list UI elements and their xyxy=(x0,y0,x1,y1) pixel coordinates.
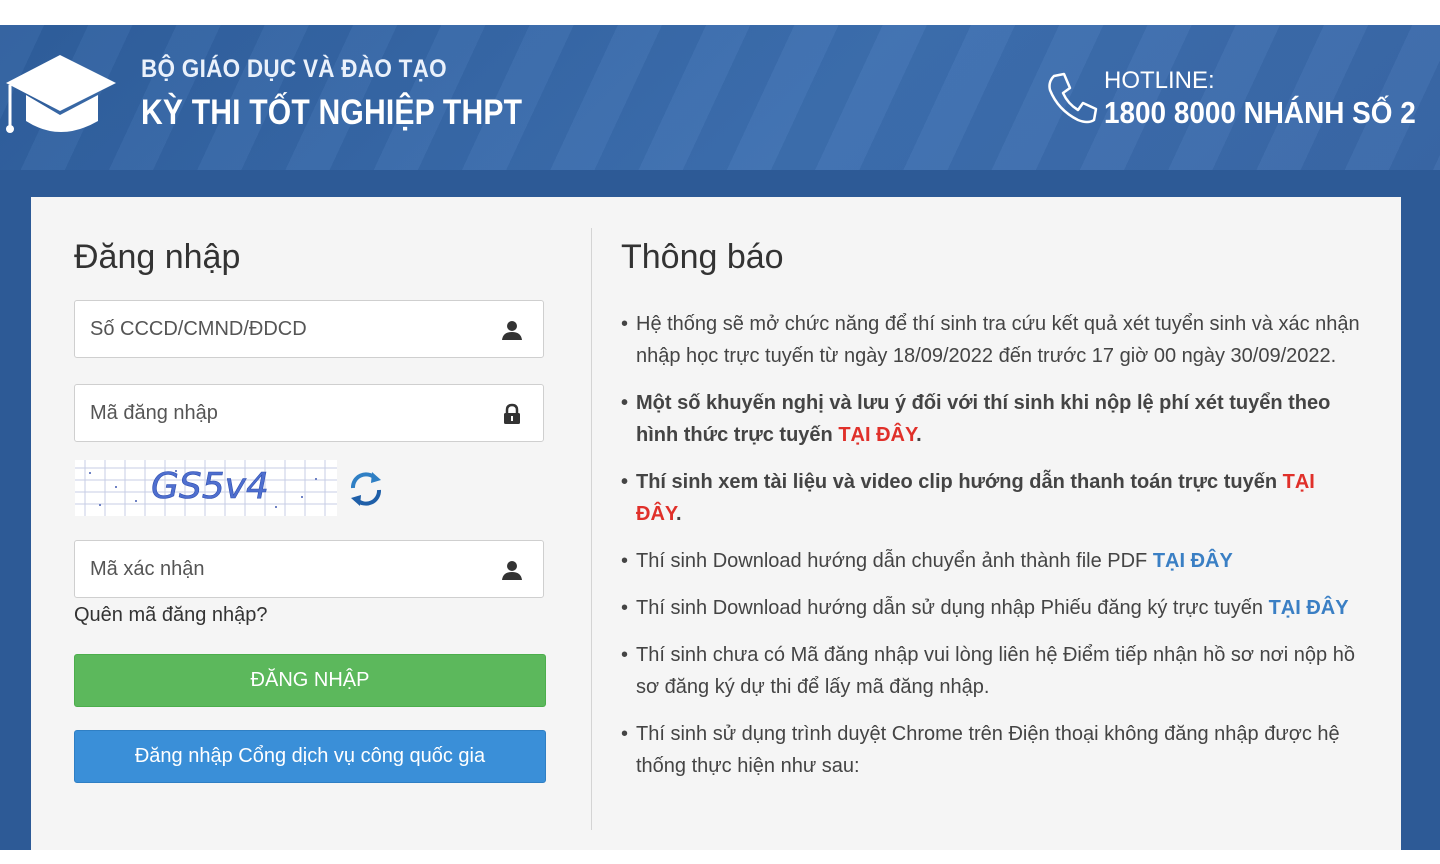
id-number-input[interactable] xyxy=(90,301,490,357)
bottom-strip xyxy=(0,850,1440,864)
notice-item: Một số khuyến nghị và lưu ý đối với thí … xyxy=(621,387,1361,451)
captcha-text: GS5v4 xyxy=(151,466,269,507)
forgot-code-link[interactable]: Quên mã đăng nhập? xyxy=(74,604,268,627)
login-title: Đăng nhập xyxy=(74,238,241,276)
user-icon xyxy=(502,321,522,340)
captcha-field[interactable] xyxy=(74,540,544,598)
login-code-field[interactable] xyxy=(74,384,544,442)
notice-item: Thí sinh chưa có Mã đăng nhập vui lòng l… xyxy=(621,639,1361,703)
notice-title: Thông báo xyxy=(621,238,784,276)
hotline-label: HOTLINE: xyxy=(1104,67,1215,94)
id-field[interactable] xyxy=(74,300,544,358)
captcha-image: GS5v4 xyxy=(75,460,337,516)
notice-link[interactable]: TẠI ĐÂY xyxy=(1269,597,1349,619)
user-icon xyxy=(502,561,522,580)
exam-title: KỲ THI TỐT NGHIỆP THPT xyxy=(141,93,523,132)
notice-link[interactable]: TẠI ĐÂY xyxy=(1153,550,1233,572)
gov-portal-login-button[interactable]: Đăng nhập Cổng dịch vụ công quốc gia xyxy=(74,730,546,783)
site-header: BỘ GIÁO DỤC VÀ ĐÀO TẠO KỲ THI TỐT NGHIỆP… xyxy=(0,25,1440,170)
notice-link[interactable]: TẠI ĐÂY xyxy=(838,424,916,446)
lock-icon xyxy=(504,403,520,424)
top-strip xyxy=(0,0,1440,25)
graduation-cap-icon xyxy=(6,55,116,133)
notice-item: Thí sinh Download hướng dẫn sử dụng nhập… xyxy=(621,592,1361,624)
notice-item: Thí sinh sử dụng trình duyệt Chrome trên… xyxy=(621,718,1361,782)
refresh-captcha-icon[interactable] xyxy=(345,468,387,510)
notice-item: Thí sinh xem tài liệu và video clip hướn… xyxy=(621,466,1361,530)
phone-icon xyxy=(1048,72,1098,124)
ministry-name: BỘ GIÁO DỤC VÀ ĐÀO TẠO xyxy=(141,55,447,83)
captcha-input[interactable] xyxy=(90,541,490,597)
login-button[interactable]: ĐĂNG NHẬP xyxy=(74,654,546,707)
notice-list: Hệ thống sẽ mở chức năng để thí sinh tra… xyxy=(621,308,1361,797)
notice-item: Thí sinh Download hướng dẫn chuyển ảnh t… xyxy=(621,545,1361,577)
column-divider xyxy=(591,228,592,830)
login-code-input[interactable] xyxy=(90,385,490,441)
hotline-number[interactable]: 1800 8000 NHÁNH SỐ 2 xyxy=(1104,95,1416,131)
notice-item: Hệ thống sẽ mở chức năng để thí sinh tra… xyxy=(621,308,1361,372)
